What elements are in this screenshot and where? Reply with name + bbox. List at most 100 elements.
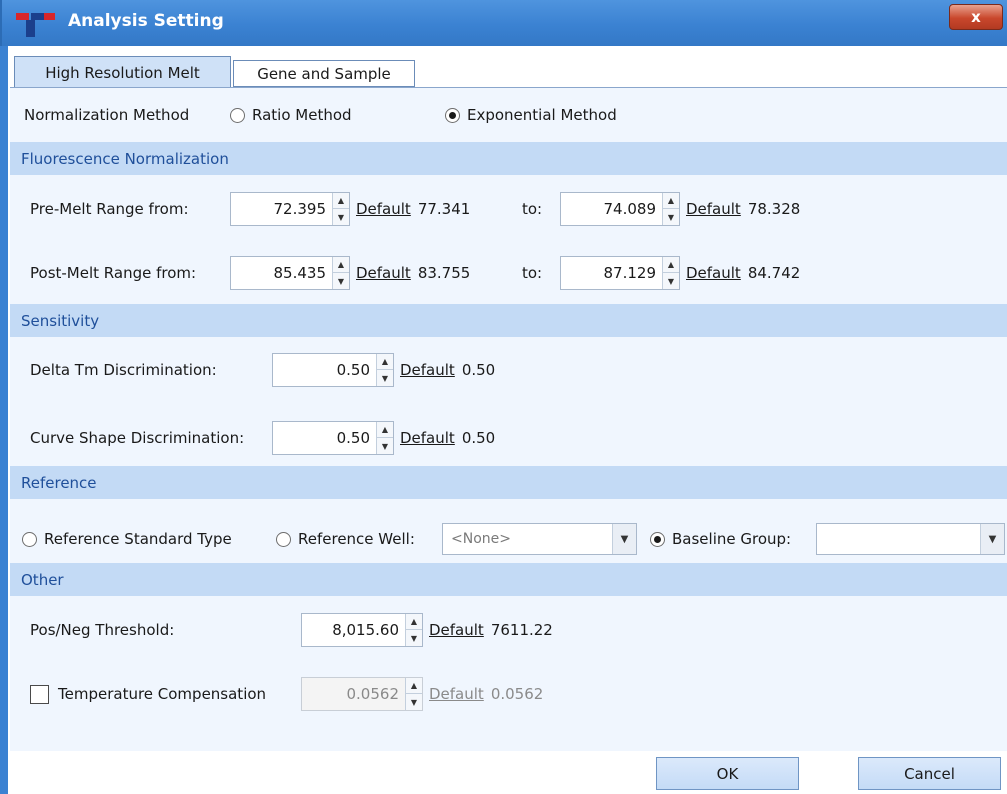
radio-indicator (230, 107, 245, 123)
radio-indicator (276, 531, 291, 547)
temperature-compensation-checkbox[interactable]: Temperature Compensation (30, 683, 266, 705)
baseline-group-select[interactable]: ▼ (816, 523, 1005, 555)
threshold-label: Pos/Neg Threshold: (30, 621, 175, 639)
ok-label: OK (716, 764, 739, 783)
section-title: Other (21, 570, 64, 589)
pre-melt-to-default: Default 78.328 (680, 200, 800, 218)
default-value: 84.742 (747, 264, 801, 282)
threshold-default: Default 7611.22 (423, 621, 553, 639)
chevron-up-icon[interactable]: ▲ (377, 354, 393, 370)
radio-indicator (650, 531, 665, 547)
chevron-down-icon: ▼ (410, 697, 418, 707)
post-melt-from-stepper[interactable]: 85.435 ▲ ▼ (230, 256, 350, 290)
curve-shape-stepper[interactable]: 0.50 ▲ ▼ (272, 421, 394, 455)
chevron-down-icon[interactable]: ▼ (333, 273, 349, 289)
checkbox-indicator (30, 684, 49, 704)
post-melt-to-default: Default 84.742 (680, 264, 800, 282)
default-link[interactable]: Default (686, 264, 741, 282)
chevron-down-icon[interactable]: ▼ (406, 630, 422, 646)
pre-melt-from-stepper[interactable]: 72.395 ▲ ▼ (230, 192, 350, 226)
baseline-group-label: Baseline Group: (672, 530, 792, 548)
normalization-label: Normalization Method (24, 106, 190, 124)
stepper-value: 85.435 (273, 264, 327, 282)
tab-label: Gene and Sample (257, 64, 391, 83)
reference-well-label: Reference Well: (298, 530, 415, 548)
radio-indicator (445, 107, 460, 123)
post-melt-from-default: Default 83.755 (350, 264, 470, 282)
post-melt-label: Post-Melt Range from: (30, 264, 197, 282)
pre-melt-from-default: Default 77.341 (350, 200, 470, 218)
default-link[interactable]: Default (686, 200, 741, 218)
chevron-up-icon[interactable]: ▲ (406, 614, 422, 630)
chevron-down-icon[interactable]: ▼ (377, 370, 393, 386)
ok-button[interactable]: OK (656, 757, 799, 790)
default-value: 77.341 (417, 200, 471, 218)
title-bar: Analysis Setting x (0, 0, 1007, 46)
reference-well-radio[interactable]: Reference Well: (276, 527, 415, 551)
chevron-up-icon[interactable]: ▲ (663, 257, 679, 273)
settings-panel: Normalization Method Ratio Method Expone… (10, 87, 1007, 751)
sensitivity-section-header: Sensitivity (10, 304, 1007, 337)
normalization-row: Normalization Method (24, 103, 189, 127)
post-melt-to-stepper[interactable]: 87.129 ▲ ▼ (560, 256, 680, 290)
ratio-method-radio[interactable]: Ratio Method (230, 103, 352, 127)
close-button[interactable]: x (949, 4, 1003, 30)
to-label: to: (522, 200, 543, 218)
chevron-down-icon[interactable]: ▼ (663, 209, 679, 225)
temperature-compensation-label: Temperature Compensation (58, 685, 267, 703)
dropdown-arrow-icon[interactable]: ▼ (980, 524, 1004, 554)
app-logo-icon (16, 13, 55, 37)
cancel-button[interactable]: Cancel (858, 757, 1001, 790)
default-link[interactable]: Default (356, 264, 411, 282)
reference-standard-type-label: Reference Standard Type (44, 530, 232, 548)
stepper-value: 0.50 (336, 361, 370, 379)
stepper-value: 87.129 (603, 264, 657, 282)
chevron-up-icon[interactable]: ▲ (333, 193, 349, 209)
chevron-up-icon[interactable]: ▲ (663, 193, 679, 209)
exponential-method-radio[interactable]: Exponential Method (445, 103, 617, 127)
chevron-down-icon[interactable]: ▼ (663, 273, 679, 289)
default-link[interactable]: Default (356, 200, 411, 218)
chevron-up-icon: ▲ (406, 678, 422, 694)
window-frame (0, 46, 8, 794)
tab-high-resolution-melt[interactable]: High Resolution Melt (14, 56, 231, 88)
threshold-stepper[interactable]: 8,015.60 ▲ ▼ (301, 613, 423, 647)
chevron-down-icon[interactable]: ▼ (377, 438, 393, 454)
default-link[interactable]: Default (400, 361, 455, 379)
select-value: <None> (451, 531, 511, 547)
close-icon: x (971, 8, 981, 26)
pre-melt-to-stepper[interactable]: 74.089 ▲ ▼ (560, 192, 680, 226)
section-title: Fluorescence Normalization (21, 149, 229, 168)
baseline-group-radio[interactable]: Baseline Group: (650, 527, 791, 551)
stepper-value: 0.50 (336, 429, 370, 447)
window-title: Analysis Setting (68, 11, 224, 31)
stepper-value: 72.395 (273, 200, 327, 218)
chevron-up-icon[interactable]: ▲ (333, 257, 349, 273)
fluorescence-section-header: Fluorescence Normalization (10, 142, 1007, 175)
section-title: Sensitivity (21, 311, 100, 330)
default-link[interactable]: Default (400, 429, 455, 447)
temperature-compensation-stepper: 0.0562 ▲ ▼ (301, 677, 423, 711)
default-link[interactable]: Default (429, 621, 484, 639)
dropdown-arrow-icon[interactable]: ▼ (612, 524, 636, 554)
reference-standard-type-radio[interactable]: Reference Standard Type (22, 527, 232, 551)
cancel-label: Cancel (904, 764, 955, 783)
tab-gene-and-sample[interactable]: Gene and Sample (233, 60, 415, 87)
default-value: 0.50 (461, 361, 496, 379)
curve-shape-label: Curve Shape Discrimination: (30, 429, 245, 447)
temperature-compensation-default: Default 0.0562 (423, 685, 543, 703)
exponential-method-label: Exponential Method (467, 106, 617, 124)
curve-shape-default: Default 0.50 (394, 429, 495, 447)
default-value: 0.0562 (490, 685, 544, 703)
delta-tm-default: Default 0.50 (394, 361, 495, 379)
reference-well-select[interactable]: <None> ▼ (442, 523, 637, 555)
to-label: to: (522, 264, 543, 282)
section-title: Reference (21, 473, 97, 492)
tab-label: High Resolution Melt (45, 63, 200, 82)
default-value: 0.50 (461, 429, 496, 447)
default-value: 83.755 (417, 264, 471, 282)
chevron-down-icon[interactable]: ▼ (333, 209, 349, 225)
delta-tm-stepper[interactable]: 0.50 ▲ ▼ (272, 353, 394, 387)
pre-melt-label: Pre-Melt Range from: (30, 200, 189, 218)
chevron-up-icon[interactable]: ▲ (377, 422, 393, 438)
